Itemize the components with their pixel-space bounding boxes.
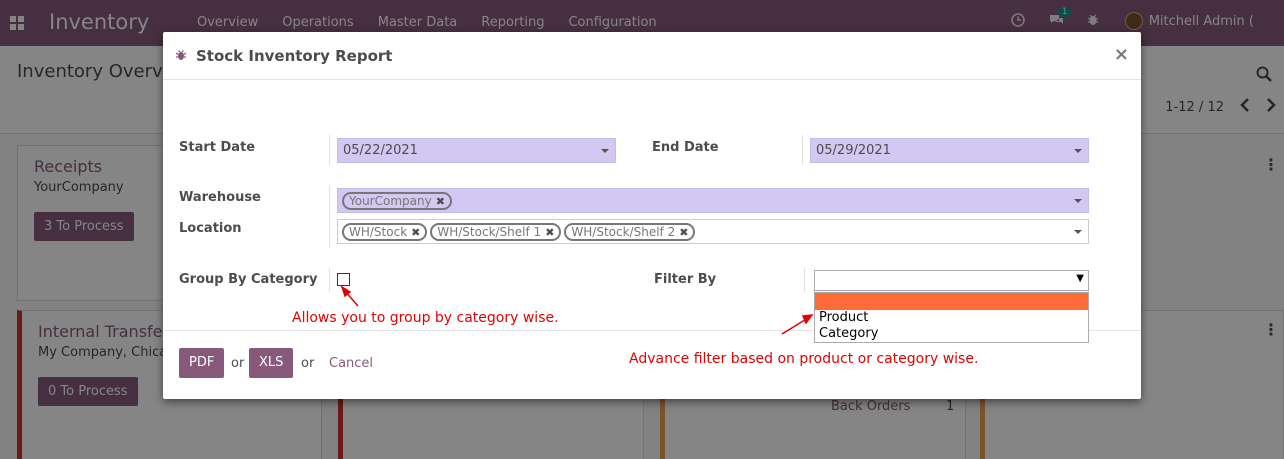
filter-by-select[interactable]: ▼ xyxy=(814,270,1089,291)
filter-option-empty[interactable] xyxy=(815,293,1088,310)
end-date-label: End Date xyxy=(652,140,719,155)
filter-by-label: Filter By xyxy=(654,272,717,287)
dialog-header: Stock Inventory Report × xyxy=(163,32,1141,80)
start-date-input[interactable]: 05/22/2021 xyxy=(337,138,616,163)
group-by-category-checkbox[interactable] xyxy=(337,273,350,286)
location-label: Location xyxy=(179,221,242,236)
field-separator xyxy=(329,135,330,165)
tag-label: WH/Stock xyxy=(349,225,408,239)
remove-tag-icon[interactable]: ✖ xyxy=(436,195,445,208)
filter-option-category[interactable]: Category xyxy=(815,326,1088,342)
warehouse-input[interactable]: YourCompany ✖ xyxy=(337,188,1089,213)
location-tag: WH/Stock/Shelf 2 ✖ xyxy=(564,223,696,241)
location-tags: WH/Stock ✖ WH/Stock/Shelf 1 ✖ WH/Stock/She… xyxy=(342,223,696,241)
field-separator xyxy=(329,185,330,248)
start-date-value: 05/22/2021 xyxy=(343,143,418,158)
caret-down-icon[interactable] xyxy=(601,149,609,153)
bug-icon xyxy=(175,49,187,61)
caret-down-icon[interactable] xyxy=(1074,149,1082,153)
dropdown-arrow-icon[interactable]: ▼ xyxy=(1076,273,1084,284)
cancel-button[interactable]: Cancel xyxy=(329,356,373,371)
dialog-title: Stock Inventory Report xyxy=(196,47,393,65)
pdf-button[interactable]: PDF xyxy=(179,348,225,378)
caret-down-icon[interactable] xyxy=(1074,230,1082,234)
location-input[interactable]: WH/Stock ✖ WH/Stock/Shelf 1 ✖ WH/Stock/She… xyxy=(337,219,1089,244)
field-separator xyxy=(802,135,803,165)
close-icon[interactable]: × xyxy=(1114,44,1129,65)
warehouse-label: Warehouse xyxy=(179,190,261,205)
field-separator xyxy=(804,268,805,292)
caret-down-icon[interactable] xyxy=(1074,199,1082,203)
warehouse-tag: YourCompany ✖ xyxy=(342,192,452,210)
group-by-annotation: Allows you to group by category wise. xyxy=(292,310,559,326)
tag-label: WH/Stock/Shelf 1 xyxy=(437,225,542,239)
start-date-label: Start Date xyxy=(179,140,256,155)
location-tag: WH/Stock/Shelf 1 ✖ xyxy=(430,223,562,241)
filter-by-options: Product Category xyxy=(814,292,1089,343)
tag-label: YourCompany xyxy=(349,194,432,208)
filter-option-product[interactable]: Product xyxy=(815,310,1088,326)
tag-label: WH/Stock/Shelf 2 xyxy=(571,225,676,239)
remove-tag-icon[interactable]: ✖ xyxy=(545,226,554,239)
or-text: or xyxy=(301,356,315,371)
remove-tag-icon[interactable]: ✖ xyxy=(679,226,688,239)
remove-tag-icon[interactable]: ✖ xyxy=(411,226,420,239)
xls-button[interactable]: XLS xyxy=(249,348,294,378)
end-date-value: 05/29/2021 xyxy=(816,143,891,158)
stock-report-dialog: Stock Inventory Report × Start Date 05/2… xyxy=(163,32,1141,399)
or-text: or xyxy=(231,356,245,371)
warehouse-tags: YourCompany ✖ xyxy=(342,192,452,210)
group-by-label: Group By Category xyxy=(179,272,318,287)
location-tag: WH/Stock ✖ xyxy=(342,223,428,241)
field-separator xyxy=(329,268,330,292)
end-date-input[interactable]: 05/29/2021 xyxy=(810,138,1089,163)
filter-by-annotation: Advance filter based on product or categ… xyxy=(629,351,979,367)
